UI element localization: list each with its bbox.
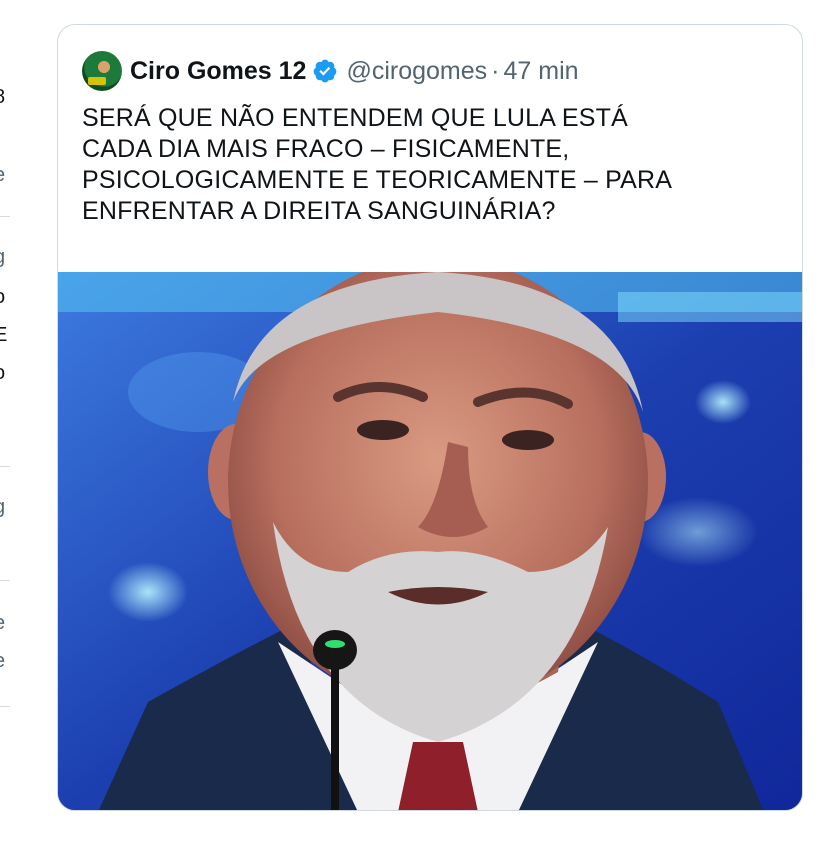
tweet-text-line: ENFRENTAR A DIREITA SANGUINÁRIA? <box>82 197 556 225</box>
tweet-text-line: PSICOLOGICAMENTE E TEORICAMENTE – PARA <box>82 166 673 194</box>
background-timeline-strip: l 8 e g o E o g e e <box>0 0 10 844</box>
tweet-timestamp[interactable]: 47 min <box>503 57 578 86</box>
avatar[interactable] <box>82 51 122 91</box>
timeline-text-fragment: g <box>0 246 5 269</box>
author-handle[interactable]: @cirogomes <box>346 57 487 86</box>
timeline-text-fragment: o <box>0 286 5 309</box>
tweet-header: Ciro Gomes 12 @cirogomes · 47 min <box>82 51 579 91</box>
portrait-photo-illustration <box>58 272 802 810</box>
timeline-divider <box>0 706 10 707</box>
timeline-text-fragment: E <box>0 324 8 346</box>
quoted-tweet-panel: Ciro Gomes 12 @cirogomes · 47 min SERÁ Q… <box>10 0 827 844</box>
timeline-text-fragment: o <box>0 362 5 385</box>
author-name[interactable]: Ciro Gomes 12 <box>130 57 306 86</box>
timeline-text-fragment: e <box>0 650 5 673</box>
tweet-text-line: SERÁ QUE NÃO ENTENDEM QUE LULA ESTÁ <box>82 104 629 132</box>
timeline-divider <box>0 580 10 581</box>
tweet-text-line: CADA DIA MAIS FRACO – FISICAMENTE, <box>82 135 570 163</box>
timeline-text-fragment: e <box>0 164 5 187</box>
tweet-text: SERÁ QUE NÃO ENTENDEM QUE LULA ESTÁ CADA… <box>82 103 782 227</box>
verified-badge-icon <box>314 59 337 83</box>
timeline-text-fragment: 8 <box>0 86 5 109</box>
timeline-divider <box>0 216 10 217</box>
separator-dot: · <box>491 56 500 85</box>
quoted-tweet-card[interactable]: Ciro Gomes 12 @cirogomes · 47 min SERÁ Q… <box>57 24 803 811</box>
timeline-text-fragment: g <box>0 496 5 519</box>
timeline-text-fragment: e <box>0 612 5 635</box>
timeline-divider <box>0 466 10 467</box>
tweet-photo[interactable] <box>58 272 802 810</box>
